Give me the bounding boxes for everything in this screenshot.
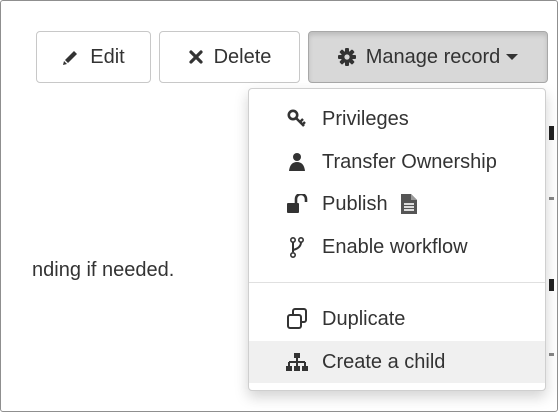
sitemap-icon <box>283 352 311 372</box>
menu-item-label: Transfer Ownership <box>322 150 497 173</box>
menu-item-enable-workflow[interactable]: Enable workflow <box>249 226 545 268</box>
menu-divider <box>249 282 545 283</box>
menu-item-publish[interactable]: Publish <box>249 183 545 225</box>
user-icon <box>283 152 311 172</box>
menu-item-duplicate[interactable]: Duplicate <box>249 298 545 340</box>
delete-button[interactable]: Delete <box>159 31 300 83</box>
background-edge-mark <box>549 197 554 200</box>
delete-label: Delete <box>213 45 272 68</box>
document-icon <box>400 193 418 215</box>
manage-record-dropdown: Privileges Transfer Ownership Publish En… <box>248 88 546 391</box>
branch-icon <box>283 236 311 258</box>
screenshot-frame: Edit Delete Manage record nding if neede… <box>0 0 558 412</box>
caret-down-icon <box>506 54 519 60</box>
background-text: nding if needed. <box>32 259 175 281</box>
manage-record-button[interactable]: Manage record <box>308 31 548 83</box>
pencil-icon <box>62 48 80 66</box>
manage-record-label: Manage record <box>365 45 501 68</box>
background-edge-mark <box>549 279 554 291</box>
menu-item-label: Enable workflow <box>322 235 468 258</box>
copy-icon <box>283 308 311 330</box>
menu-item-privileges[interactable]: Privileges <box>249 98 545 140</box>
menu-item-create-child[interactable]: Create a child <box>249 341 545 383</box>
key-icon <box>283 109 311 129</box>
menu-item-label: Duplicate <box>322 307 406 330</box>
menu-item-label: Create a child <box>322 350 446 373</box>
background-edge-mark <box>549 353 554 356</box>
background-edge-mark <box>549 126 554 140</box>
gear-icon <box>337 48 356 66</box>
close-icon <box>188 49 204 65</box>
edit-button[interactable]: Edit <box>36 31 151 83</box>
menu-item-label: Publish <box>322 192 388 215</box>
menu-item-transfer-ownership[interactable]: Transfer Ownership <box>249 141 545 183</box>
edit-label: Edit <box>90 45 125 68</box>
menu-item-label: Privileges <box>322 107 409 130</box>
unlock-icon <box>283 194 311 214</box>
